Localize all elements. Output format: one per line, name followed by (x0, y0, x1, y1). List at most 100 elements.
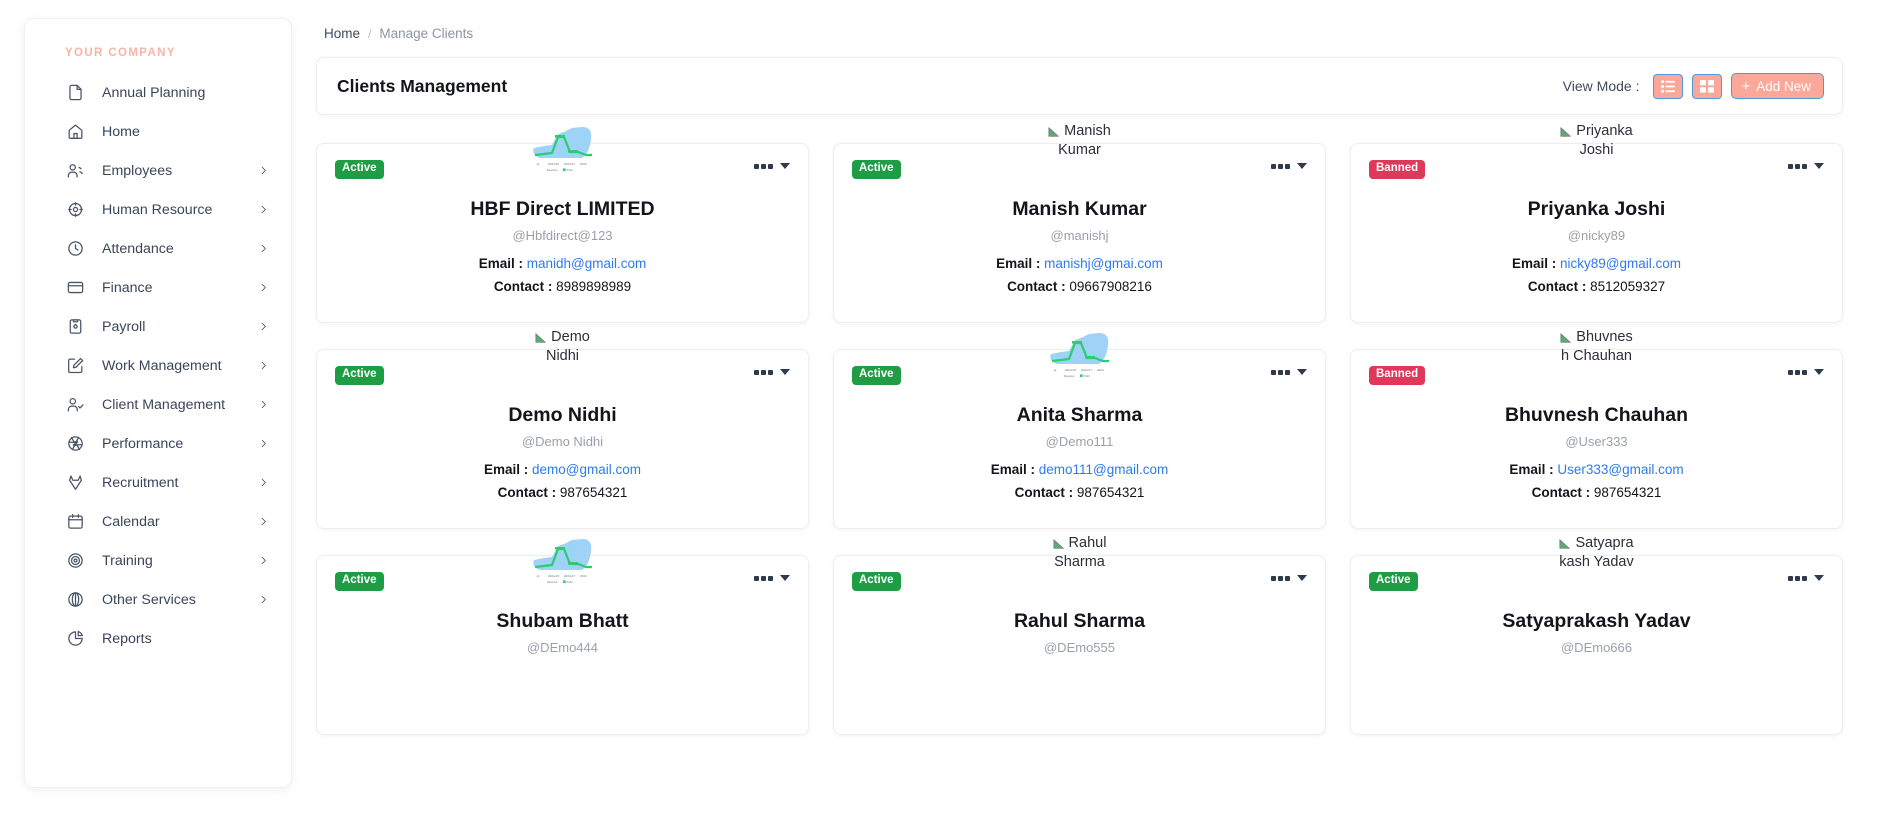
chevron-down-icon (1297, 369, 1307, 375)
sidebar-item-client-management[interactable]: Client Management (25, 385, 291, 424)
client-handle: @nicky89 (1567, 228, 1626, 244)
sidebar-item-performance[interactable]: Performance (25, 424, 291, 463)
chevron-right-icon (258, 204, 269, 215)
client-email-row: Email : manishj@gmai.com (852, 256, 1307, 271)
card-menu-button[interactable] (1788, 572, 1824, 581)
status-badge: Active (852, 572, 901, 591)
client-handle: @Demo Nidhi (521, 434, 604, 450)
client-name: Manish Kumar (1012, 198, 1147, 220)
card-menu-button[interactable] (754, 572, 790, 581)
client-email[interactable]: demo@gmail.com (532, 462, 641, 477)
breadcrumb-home[interactable]: Home (324, 26, 360, 41)
add-new-button[interactable]: + Add New (1731, 73, 1824, 99)
avatar-alt-line1: Bhuvnes (1576, 329, 1633, 345)
page-title: Clients Management (337, 75, 508, 96)
status-badge: Banned (1369, 366, 1426, 385)
client-card-body: Shubam Bhatt @DEmo444 (335, 610, 790, 655)
more-options-icon (754, 163, 773, 169)
sidebar-item-label: Employees (102, 162, 173, 179)
sidebar-item-home[interactable]: Home (25, 112, 291, 151)
main-content: Home / Manage Clients Clients Management… (292, 0, 1881, 816)
client-email[interactable]: nicky89@gmail.com (1560, 256, 1681, 271)
client-card[interactable]: Demo Nidhi Active Demo Nidhi @Demo Nidhi… (316, 329, 809, 529)
client-card[interactable]: Manish Kumar Active Manish Kumar @manish… (833, 123, 1326, 323)
client-card[interactable]: Satyapra kash Yadav Active Satyaprakash … (1350, 535, 1843, 735)
sidebar-item-reports[interactable]: Reports (25, 619, 291, 658)
sidebar-item-finance[interactable]: Finance (25, 268, 291, 307)
sidebar-item-label: Annual Planning (102, 84, 206, 101)
contact-label: Contact : (1007, 279, 1066, 295)
sidebar-item-label: Reports (102, 630, 152, 647)
client-card[interactable]: -Q 2024-06 2024-07 2024 Revenue Profit Act… (316, 127, 809, 323)
grid-view-button[interactable] (1692, 73, 1723, 99)
sidebar-item-human-resource[interactable]: Human Resource (25, 190, 291, 229)
email-label: Email : (1509, 462, 1554, 478)
client-name: Bhuvnesh Chauhan (1504, 404, 1689, 426)
sidebar-item-payroll[interactable]: Payroll (25, 307, 291, 346)
client-card[interactable]: Bhuvnes h Chauhan Banned Bhuvnesh Chauha… (1350, 329, 1843, 529)
sidebar-item-employees[interactable]: Employees (25, 151, 291, 190)
client-card[interactable]: -Q 2024-06 2024-07 2024 Revenue Profit Act… (316, 539, 809, 735)
chevron-down-icon (1297, 163, 1307, 169)
broken-image-alt: Demo Nidhi (535, 328, 590, 366)
client-email-row: Email : demo@gmail.com (335, 462, 790, 477)
status-badge: Active (335, 160, 384, 179)
sidebar-item-label: Recruitment (102, 474, 179, 491)
more-options-icon (1788, 163, 1807, 169)
more-options-icon (754, 575, 773, 581)
sidebar-item-label: Attendance (102, 240, 174, 257)
app-root: YOUR COMPANY Annual Planning Home Employee… (0, 0, 1881, 816)
sidebar-item-training[interactable]: Training (25, 541, 291, 580)
email-label: Email : (996, 256, 1041, 272)
more-options-icon (1788, 369, 1807, 375)
card-menu-button[interactable] (754, 160, 790, 169)
page-header-panel: Clients Management View Mode : + Add New (316, 57, 1843, 115)
client-card-body: Bhuvnesh Chauhan @User333 Email : User33… (1369, 404, 1824, 500)
sidebar-item-annual-planning[interactable]: Annual Planning (25, 73, 291, 112)
card-menu-button[interactable] (1788, 160, 1824, 169)
list-view-button[interactable] (1653, 73, 1684, 99)
client-avatar: Bhuvnes h Chauhan (1351, 328, 1842, 366)
avatar-alt-line2: Kumar (1058, 142, 1101, 158)
client-email[interactable]: manidh@gmail.com (527, 256, 647, 271)
avatar-alt-line1: Manish (1064, 123, 1111, 139)
client-card[interactable]: -Q 2024-06 2024-07 2024 Revenue Profit Act… (833, 333, 1326, 529)
breadcrumb-separator: / (368, 26, 372, 41)
broken-image-alt: Bhuvnes h Chauhan (1560, 328, 1633, 366)
chevron-right-icon (258, 438, 269, 449)
client-card-body: Manish Kumar @manishj Email : manishj@gm… (852, 198, 1307, 294)
client-email-row: Email : manidh@gmail.com (335, 256, 790, 271)
client-email[interactable]: demo111@gmail.com (1039, 462, 1169, 477)
client-card-body: Anita Sharma @Demo111 Email : demo111@gm… (852, 404, 1307, 500)
file-icon (65, 82, 86, 103)
client-card[interactable]: Rahul Sharma Active Rahul Sharma @DEmo55… (833, 535, 1326, 735)
sidebar-item-calendar[interactable]: Calendar (25, 502, 291, 541)
sidebar-item-other-services[interactable]: Other Services (25, 580, 291, 619)
client-contact: 8512059327 (1590, 279, 1666, 295)
client-handle: @DEmo666 (1560, 640, 1632, 656)
chevron-down-icon (1814, 575, 1824, 581)
chevron-down-icon (780, 163, 790, 169)
sidebar-item-label: Other Services (102, 591, 196, 608)
client-contact: 09667908216 (1069, 279, 1152, 295)
sidebar-item-recruitment[interactable]: Recruitment (25, 463, 291, 502)
client-name: Rahul Sharma (1013, 610, 1146, 632)
card-menu-button[interactable] (1271, 572, 1307, 581)
home-icon (65, 121, 86, 142)
card-menu-button[interactable] (1271, 366, 1307, 375)
client-contact: 987654321 (559, 485, 628, 501)
client-avatar: Manish Kumar (834, 122, 1325, 160)
sidebar-item-work-management[interactable]: Work Management (25, 346, 291, 385)
client-contact-row: Contact : 8512059327 (1369, 279, 1824, 294)
client-card[interactable]: Priyanka Joshi Banned Priyanka Joshi @ni… (1350, 123, 1843, 323)
aperture-icon (65, 433, 86, 454)
email-label: Email : (1511, 256, 1557, 272)
card-menu-button[interactable] (1788, 366, 1824, 375)
client-email[interactable]: User333@gmail.com (1557, 462, 1683, 477)
avatar-alt-line1: Demo (551, 329, 590, 345)
card-menu-button[interactable] (754, 366, 790, 375)
sidebar-item-label: Work Management (102, 357, 222, 374)
client-email[interactable]: manishj@gmai.com (1044, 256, 1163, 271)
sidebar-item-attendance[interactable]: Attendance (25, 229, 291, 268)
card-menu-button[interactable] (1271, 160, 1307, 169)
